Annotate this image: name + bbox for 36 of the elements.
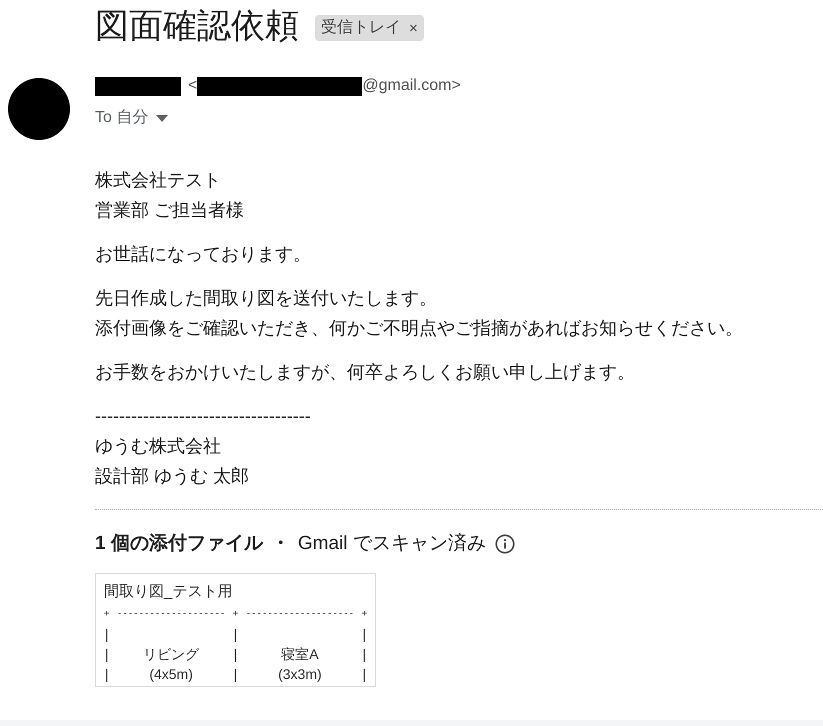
plan-wall: | bbox=[232, 664, 238, 684]
plan-border: + bbox=[232, 608, 238, 620]
caret-icon bbox=[156, 114, 168, 122]
room-label: 寝室A bbox=[280, 644, 320, 664]
remove-label-button[interactable]: × bbox=[409, 20, 418, 36]
plan-border: + bbox=[104, 608, 110, 620]
room-label: (3x3m) bbox=[277, 664, 323, 684]
plan-wall: | bbox=[362, 664, 367, 684]
scan-status: Gmail でスキャン済み bbox=[298, 532, 486, 556]
plan-border: -------------------- bbox=[244, 608, 356, 620]
sender-domain: @gmail.com> bbox=[362, 76, 461, 96]
attachment-count: 1 個の添付ファイル bbox=[95, 532, 263, 556]
plan-wall: | bbox=[232, 644, 238, 664]
plan-wall: | bbox=[362, 644, 367, 664]
attachment-thumbnail[interactable]: 間取り図_テスト用 + -------------------- + -------------------- + | | | | リビング | 寝室A | | (4x5m) | (3x3m) | bbox=[95, 572, 376, 686]
message-paragraph: お世話になっております。 bbox=[95, 243, 312, 266]
separator-dot: ・ bbox=[270, 532, 290, 556]
plan-wall: | bbox=[362, 624, 367, 644]
message-paragraph: ------------------------------------ ゆうむ株式会社 設計部 ゆうむ 太郎 bbox=[95, 405, 312, 488]
room-label: (4x5m) bbox=[148, 664, 194, 684]
message-paragraph: お手数をおかけいたしますが、何卒よろしくお願い申し上げます。 bbox=[95, 361, 636, 384]
email-subject: 図面確認依頼 bbox=[95, 6, 299, 47]
room-label: リビング bbox=[142, 644, 200, 664]
message-paragraph: 株式会社テスト 営業部 ご担当者様 bbox=[95, 169, 246, 222]
plan-wall: | bbox=[104, 664, 110, 684]
label-text: 受信トレイ bbox=[321, 18, 401, 38]
message-paragraph: 先日作成した間取り図を送付いたします。 添付画像をご確認いただき、何かご不明点やご指摘があればお知らせください。 bbox=[95, 287, 744, 340]
recipient-dropdown[interactable]: To 自分 bbox=[95, 106, 168, 130]
plan-wall: | bbox=[104, 644, 110, 664]
preview-title: 間取り図_テスト用 bbox=[104, 582, 234, 602]
email-bracket: < bbox=[188, 76, 198, 96]
plan-wall: | bbox=[104, 624, 110, 644]
plan-border: -------------------- bbox=[116, 608, 226, 620]
info-icon[interactable] bbox=[494, 533, 516, 556]
plan-border: + bbox=[362, 608, 367, 620]
plan-wall: | bbox=[232, 624, 238, 644]
